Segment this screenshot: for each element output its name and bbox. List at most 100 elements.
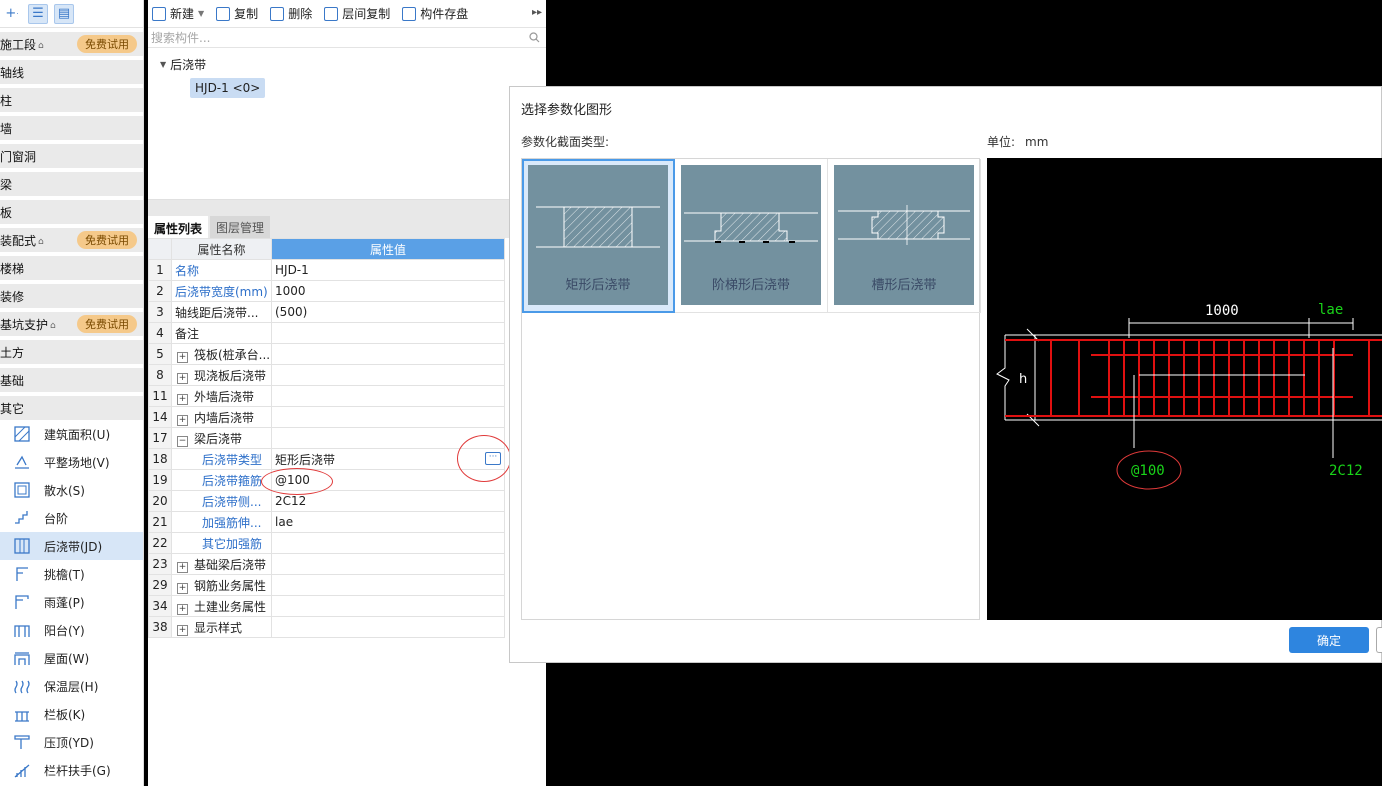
delete-button[interactable]: 删除 <box>270 5 312 22</box>
expand-icon[interactable]: + <box>177 372 188 384</box>
shape-option-stepped[interactable]: 阶梯形后浇带 <box>675 159 828 313</box>
category-12[interactable]: 基础 <box>0 368 143 392</box>
property-row[interactable]: 29 + 钢筋业务属性 <box>148 574 505 596</box>
property-row[interactable]: 18 后浇带类型 矩形后浇带 ··· <box>148 448 505 470</box>
property-value[interactable] <box>271 427 505 449</box>
property-value[interactable] <box>271 553 505 575</box>
ok-button[interactable]: 确定 <box>1289 627 1369 653</box>
component-type-item[interactable]: 平整场地(V) <box>0 448 143 476</box>
component-type-item[interactable]: 阳台(Y) <box>0 616 143 644</box>
collapse-arrow-icon[interactable]: ▼ <box>160 60 166 69</box>
new-button[interactable]: 新建 ▼ <box>152 5 204 22</box>
property-value[interactable]: (500) <box>271 301 505 323</box>
property-row[interactable]: 4 备注 <box>148 322 505 344</box>
property-value[interactable]: 1000 <box>271 280 505 302</box>
roof-icon <box>12 648 32 668</box>
category-6[interactable]: 板 <box>0 200 143 224</box>
property-value[interactable]: lae <box>271 511 505 533</box>
property-row[interactable]: 21 加强筋伸... lae <box>148 511 505 533</box>
collapse-icon[interactable]: − <box>177 435 188 447</box>
add-icon[interactable]: + · <box>2 4 22 24</box>
property-row[interactable]: 5 + 筏板(桩承台... <box>148 343 505 365</box>
property-value[interactable] <box>271 532 505 554</box>
property-value[interactable] <box>271 616 505 638</box>
panel-splitter[interactable] <box>148 200 546 216</box>
category-4[interactable]: 门窗洞 <box>0 144 143 168</box>
property-value[interactable]: 矩形后浇带 ··· <box>271 448 505 470</box>
property-value[interactable]: HJD-1 <box>271 259 505 281</box>
tree-node-post-cast-strip[interactable]: ▼ 后浇带 <box>148 54 546 74</box>
category-5[interactable]: 梁 <box>0 172 143 196</box>
property-row[interactable]: 34 + 土建业务属性 <box>148 595 505 617</box>
component-type-item[interactable]: 散水(S) <box>0 476 143 504</box>
property-row[interactable]: 11 + 外墙后浇带 <box>148 385 505 407</box>
free-trial-badge[interactable]: 免费试用 <box>77 315 137 333</box>
property-value[interactable] <box>271 322 505 344</box>
free-trial-badge[interactable]: 免费试用 <box>77 231 137 249</box>
component-type-item[interactable]: 建筑面积(U) <box>0 420 143 448</box>
search-input[interactable]: 搜索构件... <box>148 28 546 48</box>
list-view-icon[interactable]: ☰ <box>28 3 48 24</box>
property-row[interactable]: 3 轴线距后浇带... (500) <box>148 301 505 323</box>
tab-layer-management[interactable]: 图层管理 <box>210 216 271 238</box>
expand-icon[interactable]: + <box>177 561 188 573</box>
tree-item-hjd-1[interactable]: HJD-1 <0> <box>190 78 266 98</box>
free-trial-badge[interactable]: 免费试用 <box>77 35 137 53</box>
category-7[interactable]: 装配式 ⌂ 免费试用 <box>0 228 143 252</box>
property-row[interactable]: 17− 梁后浇带 <box>148 427 505 449</box>
property-value[interactable] <box>271 385 505 407</box>
floor-copy-button[interactable]: 层间复制 <box>324 5 390 22</box>
component-type-item[interactable]: 挑檐(T) <box>0 560 143 588</box>
category-9[interactable]: 装修 <box>0 284 143 308</box>
property-row[interactable]: 23 + 基础梁后浇带 <box>148 553 505 575</box>
ellipsis-button[interactable]: ··· <box>485 452 501 465</box>
property-value[interactable] <box>271 574 505 596</box>
category-1[interactable]: 轴线 <box>0 60 143 84</box>
expand-icon[interactable]: + <box>177 603 188 615</box>
component-type-item[interactable]: 压顶(YD) <box>0 728 143 756</box>
component-type-item[interactable]: 屋面(W) <box>0 644 143 672</box>
component-type-item[interactable]: 栏杆扶手(G) <box>0 756 143 784</box>
expand-icon[interactable]: + <box>177 414 188 426</box>
property-row[interactable]: 14 + 内墙后浇带 <box>148 406 505 428</box>
property-value[interactable]: 2C12 <box>271 490 505 512</box>
component-type-item[interactable]: 台阶 <box>0 504 143 532</box>
shape-option-grooved[interactable]: 槽形后浇带 <box>828 159 981 313</box>
component-type-item[interactable]: 保温层(H) <box>0 672 143 700</box>
detail-view-icon[interactable]: ▤ <box>54 3 74 24</box>
category-label: 柱 <box>0 93 13 108</box>
expand-icon[interactable]: + <box>177 582 188 594</box>
property-value[interactable] <box>271 406 505 428</box>
tab-property-list[interactable]: 属性列表 <box>148 216 209 238</box>
property-row[interactable]: 1 名称 HJD-1 <box>148 259 505 281</box>
category-8[interactable]: 楼梯 <box>0 256 143 280</box>
component-type-item[interactable]: 后浇带(JD) <box>0 532 143 560</box>
category-3[interactable]: 墙 <box>0 116 143 140</box>
component-type-item[interactable]: 雨蓬(P) <box>0 588 143 616</box>
property-row[interactable]: 38 + 显示样式 <box>148 616 505 638</box>
category-11[interactable]: 土方 <box>0 340 143 364</box>
property-value[interactable]: @100 <box>271 469 505 491</box>
shape-option-rectangular[interactable]: 矩形后浇带 <box>522 159 675 313</box>
property-value[interactable] <box>271 343 505 365</box>
category-2[interactable]: 柱 <box>0 88 143 112</box>
property-row[interactable]: 19 后浇带箍筋 @100 <box>148 469 505 491</box>
property-value[interactable] <box>271 595 505 617</box>
chevron-down-icon[interactable]: ▼ <box>198 9 204 18</box>
category-13[interactable]: 其它 <box>0 396 143 420</box>
save-component-button[interactable]: 构件存盘 <box>402 5 468 22</box>
cancel-button[interactable] <box>1376 627 1382 653</box>
expand-icon[interactable]: + <box>177 624 188 636</box>
property-value[interactable] <box>271 364 505 386</box>
more-icon[interactable]: ▸▸ <box>532 7 542 18</box>
expand-icon[interactable]: + <box>177 351 188 363</box>
category-10[interactable]: 基坑支护 ⌂ 免费试用 <box>0 312 143 336</box>
property-row[interactable]: 20 后浇带侧... 2C12 <box>148 490 505 512</box>
property-row[interactable]: 22 其它加强筋 <box>148 532 505 554</box>
expand-icon[interactable]: + <box>177 393 188 405</box>
component-type-item[interactable]: 栏板(K) <box>0 700 143 728</box>
property-row[interactable]: 2 后浇带宽度(mm) 1000 <box>148 280 505 302</box>
property-row[interactable]: 8 + 现浇板后浇带 <box>148 364 505 386</box>
category-0[interactable]: 施工段 ⌂ 免费试用 <box>0 32 143 56</box>
copy-button[interactable]: 复制 <box>216 5 258 22</box>
